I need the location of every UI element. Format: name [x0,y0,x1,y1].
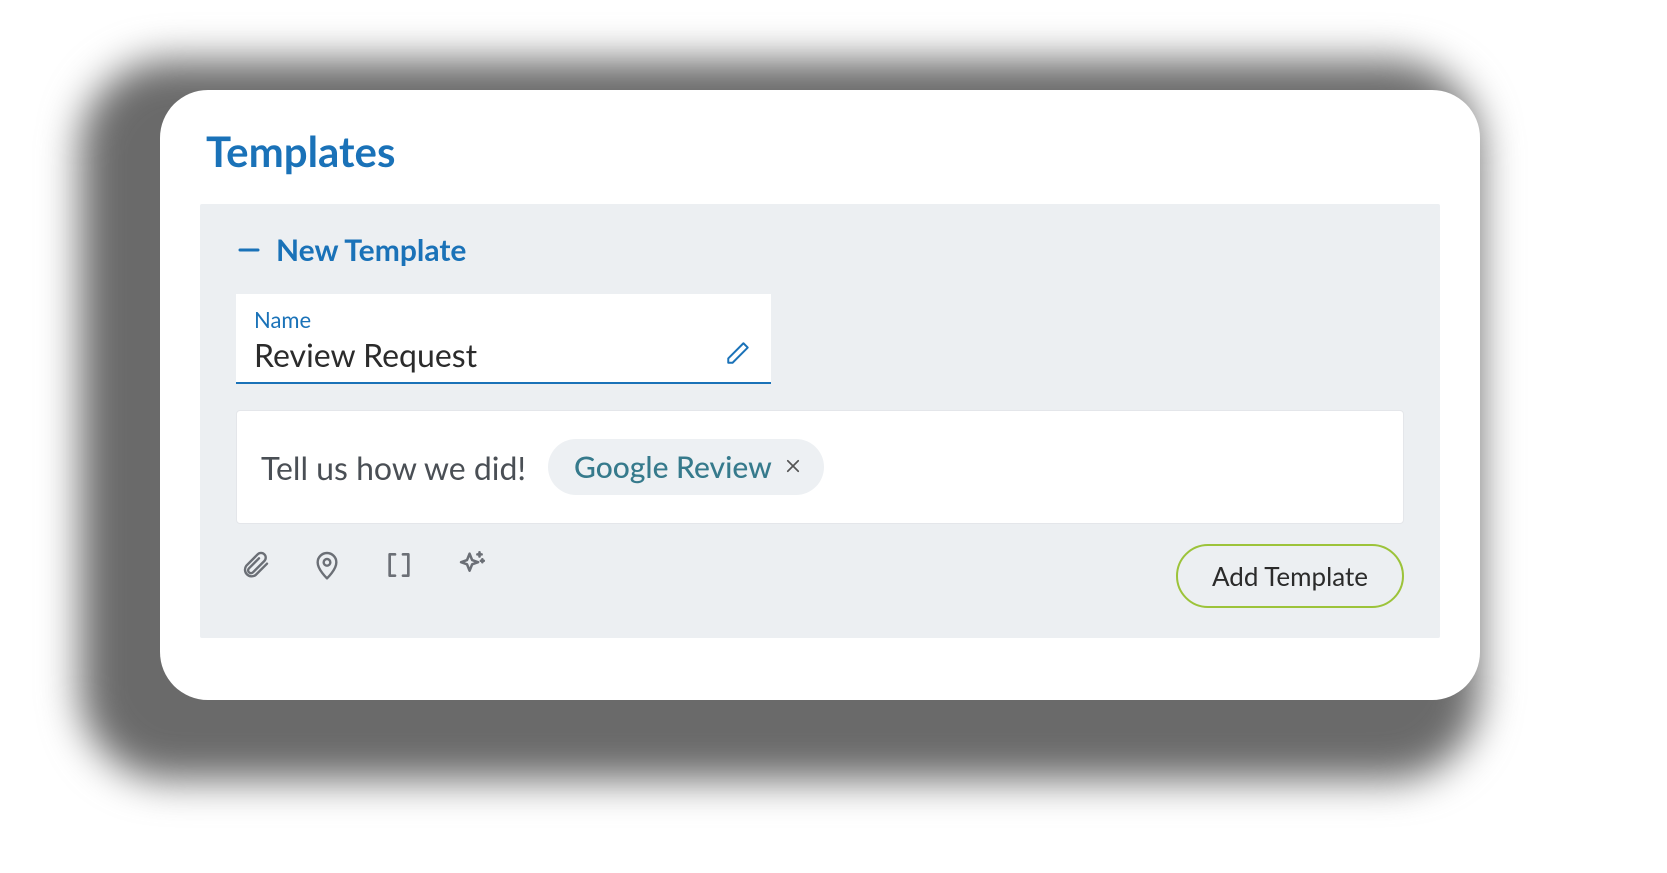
stage: Templates New Template Name [0,0,1667,873]
message-text: Tell us how we did! [261,448,526,487]
add-template-button[interactable]: Add Template [1176,544,1404,608]
star-sparkle-icon [454,548,488,586]
toolbar [236,544,490,586]
panel-footer: Add Template [236,544,1404,608]
name-field-block: Name [236,294,771,384]
page-title: Templates [206,126,1440,176]
location-button[interactable] [308,548,346,586]
message-compose-block[interactable]: Tell us how we did! Google Review [236,410,1404,524]
edit-name-button[interactable] [723,340,753,370]
name-field-row [254,335,753,374]
templates-card: Templates New Template Name [160,90,1480,700]
collapse-icon [236,238,262,262]
location-pin-icon [311,549,343,585]
paperclip-icon [239,549,271,585]
chip-google-review[interactable]: Google Review [548,439,824,495]
brackets-icon [383,549,415,585]
panel-header[interactable]: New Template [236,232,1404,268]
chip-remove-button[interactable] [784,455,802,479]
placeholder-button[interactable] [380,548,418,586]
attach-button[interactable] [236,548,274,586]
chip-label: Google Review [574,449,772,485]
panel-header-label: New Template [276,232,466,268]
new-template-panel: New Template Name Tell us how [200,204,1440,638]
close-icon [784,452,802,481]
pencil-icon [725,340,751,370]
name-input[interactable] [254,335,674,374]
sparkle-button[interactable] [452,548,490,586]
name-field-label: Name [254,306,753,333]
